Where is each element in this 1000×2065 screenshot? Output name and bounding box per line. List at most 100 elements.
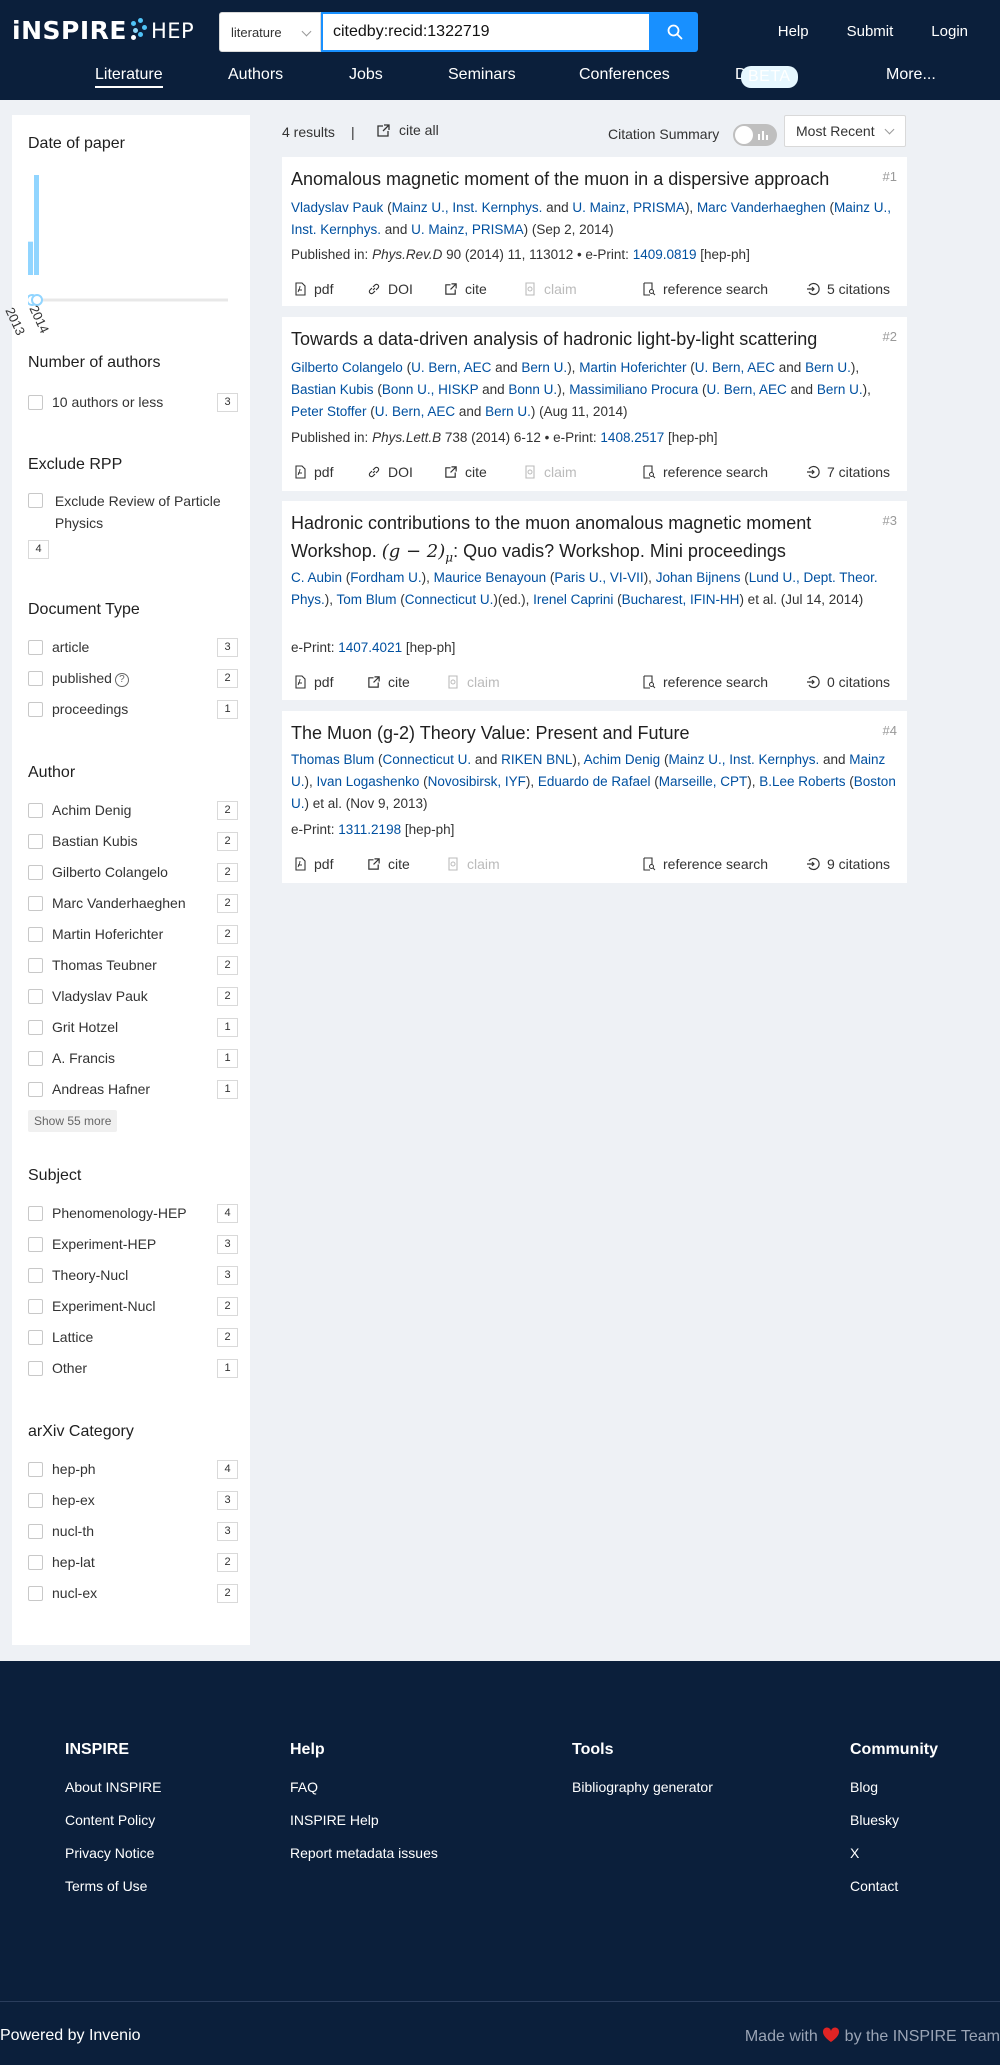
facet-option-subject[interactable]: Lattice 2 [28,1327,238,1347]
facet-option-author[interactable]: Thomas Teubner 2 [28,955,238,975]
author-or-affiliation-link[interactable]: Marseille, CPT [659,774,748,789]
facet-option-subject[interactable]: Experiment-HEP 3 [28,1234,238,1254]
nav-literature[interactable]: Literature [95,66,163,88]
author-or-affiliation-link[interactable]: B.Lee Roberts [759,774,845,789]
login-link[interactable]: Login [931,23,968,40]
nav-authors[interactable]: Authors [228,66,283,84]
author-or-affiliation-link[interactable]: Fordham U. [350,570,421,585]
checkbox[interactable] [28,864,43,880]
author-or-affiliation-link[interactable]: Johan Bijnens [656,570,741,585]
checkbox[interactable] [28,1523,43,1539]
facet-option-article[interactable]: article 3 [28,637,238,657]
author-or-affiliation-link[interactable]: Mainz U., Inst. Kernphys. [392,200,543,215]
author-or-affiliation-link[interactable]: Connecticut U. [405,592,494,607]
pdf-button[interactable]: pdf [293,856,333,872]
doi-button[interactable]: DOI [367,464,413,480]
checkbox[interactable] [28,1298,43,1314]
author-or-affiliation-link[interactable]: Gilberto Colangelo [291,360,403,375]
author-or-affiliation-link[interactable]: Bonn U., HISKP [382,382,479,397]
footer-link[interactable]: Contact [850,1878,938,1894]
reference-search-button[interactable]: reference search [642,464,768,480]
facet-option-author[interactable]: Andreas Hafner 1 [28,1079,238,1099]
facet-option-author[interactable]: Achim Denig 2 [28,800,238,820]
reference-search-button[interactable]: reference search [642,281,768,297]
facet-option-proceedings[interactable]: proceedings 1 [28,699,238,719]
facet-option-subject[interactable]: Other 1 [28,1358,238,1378]
pdf-button[interactable]: pdf [293,464,333,480]
author-or-affiliation-link[interactable]: Eduardo de Rafael [538,774,651,789]
author-or-affiliation-link[interactable]: Bern U. [485,404,531,419]
footer-link[interactable]: INSPIRE Help [290,1812,438,1828]
search-input[interactable] [321,12,651,52]
footer-link[interactable]: Privacy Notice [65,1845,162,1861]
eprint-link[interactable]: 1408.2517 [600,430,664,445]
footer-link[interactable]: Content Policy [65,1812,162,1828]
record-title[interactable]: Anomalous magnetic moment of the muon in… [291,165,851,193]
footer-link[interactable]: FAQ [290,1779,438,1795]
reference-search-button[interactable]: reference search [642,674,768,690]
author-or-affiliation-link[interactable]: Irenel Caprini [533,592,613,607]
facet-option-exclude-rpp[interactable]: Exclude Review of Particle Physics 4 [28,493,238,559]
cite-button[interactable]: cite [367,856,410,872]
footer-link[interactable]: X [850,1845,938,1861]
help-link[interactable]: Help [778,23,809,40]
powered-by[interactable]: Powered by Invenio [0,2027,141,2045]
checkbox[interactable] [28,926,43,942]
facet-option-subject[interactable]: Experiment-Nucl 2 [28,1296,238,1316]
author-or-affiliation-link[interactable]: U. Bern, AEC [411,360,491,375]
inspire-logo[interactable]: iNSPIRE HEP [12,16,194,45]
author-or-affiliation-link[interactable]: Bonn U. [508,382,557,397]
checkbox[interactable] [28,1360,43,1376]
facet-option-arxiv[interactable]: nucl-th 3 [28,1521,238,1541]
record-title[interactable]: The Muon (g-2) Theory Value: Present and… [291,719,851,747]
author-or-affiliation-link[interactable]: Martin Hoferichter [579,360,686,375]
facet-option-subject[interactable]: Theory-Nucl 3 [28,1265,238,1285]
checkbox[interactable] [28,802,43,818]
nav-seminars[interactable]: Seminars [448,66,516,84]
checkbox[interactable] [28,670,43,686]
citations-link[interactable]: 5 citations [806,281,890,297]
author-or-affiliation-link[interactable]: Tom Blum [337,592,397,607]
checkbox[interactable] [28,1267,43,1283]
pdf-button[interactable]: pdf [293,281,333,297]
checkbox[interactable] [28,701,43,717]
search-button[interactable] [651,12,698,52]
checkbox[interactable] [28,895,43,911]
cite-all-button[interactable]: cite all [376,122,439,138]
author-or-affiliation-link[interactable]: Thomas Blum [291,752,374,767]
show-more-authors-button[interactable]: Show 55 more [28,1110,118,1132]
reference-search-button[interactable]: reference search [642,856,768,872]
author-or-affiliation-link[interactable]: Bucharest, IFIN-HH [622,592,740,607]
author-or-affiliation-link[interactable]: U. Mainz, PRISMA [411,222,524,237]
checkbox[interactable] [28,1081,43,1097]
sort-select[interactable]: Most Recent [784,115,906,147]
checkbox[interactable] [28,493,43,508]
facet-option-published[interactable]: published? 2 [28,668,238,688]
citation-summary-toggle[interactable] [733,124,777,146]
facet-option-arxiv[interactable]: hep-lat 2 [28,1552,238,1572]
author-or-affiliation-link[interactable]: U. Bern, AEC [706,382,786,397]
nav-more[interactable]: More... [886,66,936,84]
facet-option-arxiv[interactable]: hep-ex 3 [28,1490,238,1510]
checkbox[interactable] [28,1050,43,1066]
author-or-affiliation-link[interactable]: Marc Vanderhaeghen [697,200,826,215]
author-or-affiliation-link[interactable]: Vladyslav Pauk [291,200,383,215]
eprint-link[interactable]: 1409.0819 [633,247,697,262]
facet-option-author[interactable]: Marc Vanderhaeghen 2 [28,893,238,913]
eprint-link[interactable]: 1407.4021 [338,640,402,655]
author-or-affiliation-link[interactable]: Massimiliano Procura [569,382,698,397]
author-or-affiliation-link[interactable]: Achim Denig [584,752,661,767]
checkbox[interactable] [28,639,43,655]
checkbox[interactable] [28,1585,43,1601]
citations-link[interactable]: 7 citations [806,464,890,480]
author-or-affiliation-link[interactable]: RIKEN BNL [501,752,572,767]
checkbox[interactable] [28,1329,43,1345]
checkbox[interactable] [28,1492,43,1508]
author-or-affiliation-link[interactable]: Bern U. [817,382,863,397]
author-or-affiliation-link[interactable]: U. Mainz, PRISMA [572,200,685,215]
author-or-affiliation-link[interactable]: Peter Stoffer [291,404,367,419]
footer-link[interactable]: Terms of Use [65,1878,162,1894]
checkbox[interactable] [28,1554,43,1570]
facet-option-subject[interactable]: Phenomenology-HEP 4 [28,1203,238,1223]
facet-option-author[interactable]: Bastian Kubis 2 [28,831,238,851]
